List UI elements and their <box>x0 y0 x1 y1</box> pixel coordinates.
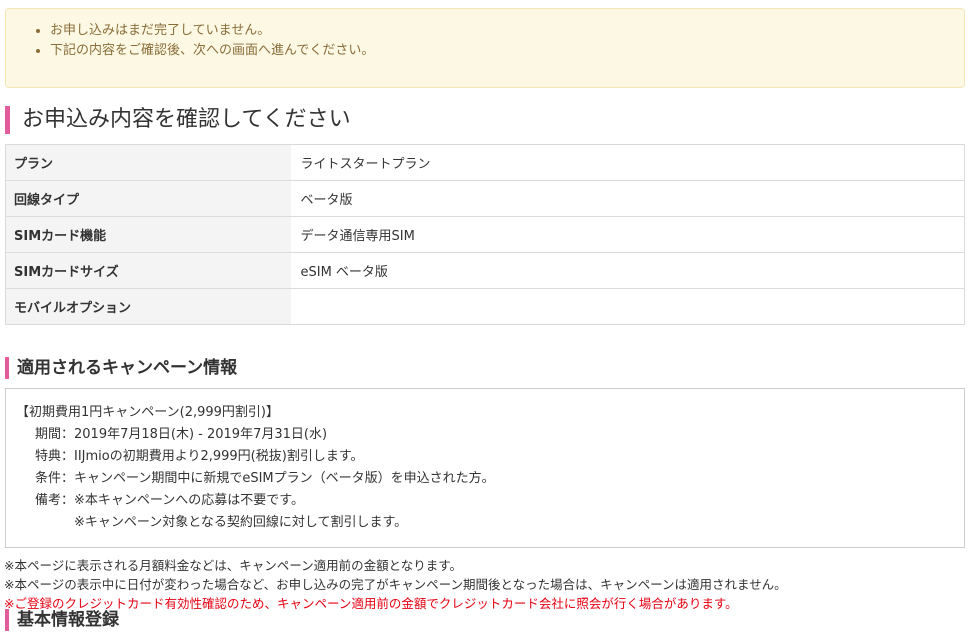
application-summary-table: プラン ライトスタートプラン 回線タイプ ベータ版 SIMカード機能 データ通信… <box>5 144 965 325</box>
table-row: モバイルオプション <box>5 288 965 325</box>
row-label-sim-size: SIMカードサイズ <box>5 252 291 289</box>
row-value-sim-function: データ通信専用SIM <box>290 216 965 253</box>
footnote-pricing: ※本ページに表示される月額料金などは、キャンペーン適用前の金額となります。 <box>4 558 462 573</box>
footnote-credit-card-warning: ※ご登録のクレジットカード有効性確認のため、キャンペーン適用前の金額でクレジット… <box>4 596 738 611</box>
campaign-period-key: 期間： <box>34 427 74 442</box>
table-row: 回線タイプ ベータ版 <box>5 180 965 217</box>
campaign-remarks-key: 備考： <box>34 493 74 508</box>
row-value-mobile-option <box>290 288 965 325</box>
row-value-sim-size: eSIM ベータ版 <box>290 252 965 289</box>
notice-box: お申し込みはまだ完了していません。 下記の内容をご確認後、次への画面へ進んでくだ… <box>5 8 965 88</box>
campaign-condition-key: 条件： <box>34 471 74 486</box>
table-row: プラン ライトスタートプラン <box>5 144 965 181</box>
campaign-benefit-row: 特典： IIJmioの初期費用より2,999円(税抜)割引します。 <box>16 446 964 468</box>
campaign-title: 【初期費用1円キャンペーン(2,999円割引)】 <box>16 405 279 420</box>
campaign-remarks-row: 備考： ※本キャンペーンへの応募は不要です。 <box>16 490 964 512</box>
campaign-benefit-key: 特典： <box>34 449 74 464</box>
campaign-benefit-value: IIJmioの初期費用より2,999円(税抜)割引します。 <box>74 449 364 464</box>
campaign-condition-row: 条件： キャンペーン期間中に新規でeSIMプラン（ベータ版）を申込された方。 <box>16 468 964 490</box>
footnote-date-change: ※本ページの表示中に日付が変わった場合など、お申し込みの完了がキャンペーン期間後… <box>4 577 787 592</box>
row-label-line-type: 回線タイプ <box>5 180 291 217</box>
row-label-mobile-option: モバイルオプション <box>5 288 291 325</box>
campaign-period-row: 期間： 2019年7月18日(木) - 2019年7月31日(水) <box>16 424 964 446</box>
campaign-condition-value: キャンペーン期間中に新規でeSIMプラン（ベータ版）を申込された方。 <box>74 471 495 486</box>
notice-item: 下記の内容をご確認後、次への画面へ進んでください。 <box>36 41 964 61</box>
footnotes: ※本ページに表示される月額料金などは、キャンペーン適用前の金額となります。 ※本… <box>4 556 787 613</box>
campaign-remarks-value-2: ※キャンペーン対象となる契約回線に対して割引します。 <box>74 515 408 530</box>
campaign-remarks-value-1: ※本キャンペーンへの応募は不要です。 <box>74 493 304 508</box>
row-label-plan: プラン <box>5 144 291 181</box>
campaign-box: 【初期費用1円キャンペーン(2,999円割引)】 期間： 2019年7月18日(… <box>5 388 965 548</box>
campaign-remarks-row-2: ※キャンペーン対象となる契約回線に対して割引します。 <box>16 512 964 534</box>
notice-item: お申し込みはまだ完了していません。 <box>36 21 964 41</box>
campaign-remarks-key-blank <box>16 512 74 534</box>
table-row: SIMカードサイズ eSIM ベータ版 <box>5 252 965 289</box>
campaign-heading: 適用されるキャンペーン情報 <box>5 357 237 379</box>
row-label-sim-function: SIMカード機能 <box>5 216 291 253</box>
confirm-heading: お申込み内容を確認してください <box>5 106 351 134</box>
campaign-period-value: 2019年7月18日(木) - 2019年7月31日(水) <box>74 427 328 442</box>
basic-info-heading: 基本情報登録 <box>5 609 119 631</box>
notice-list: お申し込みはまだ完了していません。 下記の内容をご確認後、次への画面へ進んでくだ… <box>6 9 964 61</box>
row-value-line-type: ベータ版 <box>290 180 965 217</box>
table-row: SIMカード機能 データ通信専用SIM <box>5 216 965 253</box>
row-value-plan: ライトスタートプラン <box>290 144 965 181</box>
